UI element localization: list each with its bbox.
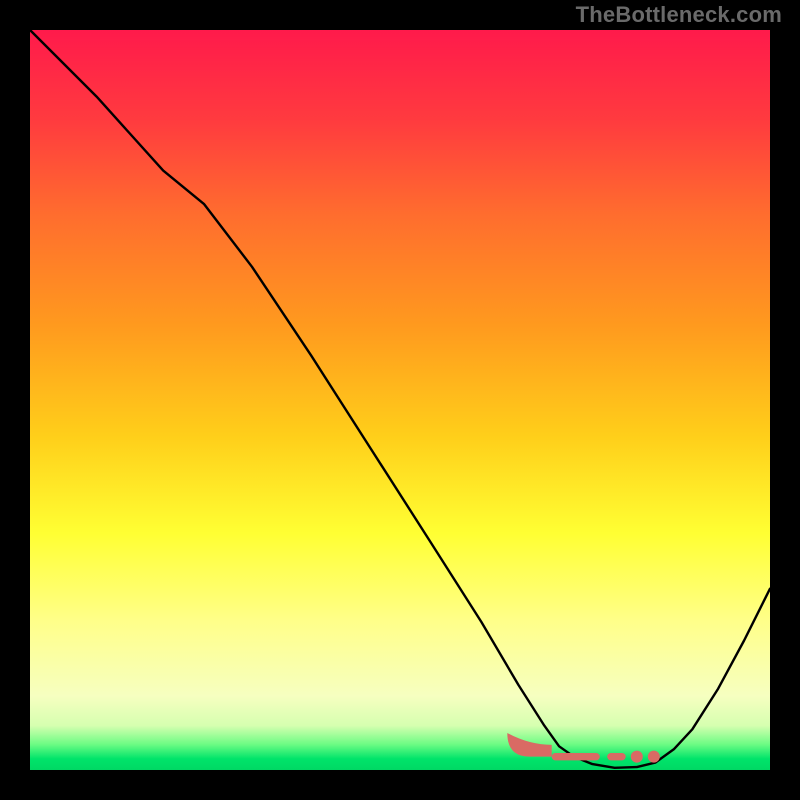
plot-background (30, 30, 770, 770)
chart-frame: { "watermark": "TheBottleneck.com", "plo… (0, 0, 800, 800)
bottom-dot (631, 751, 643, 763)
bottom-blob (607, 753, 626, 760)
bottleneck-chart (0, 0, 800, 800)
bottom-blob (552, 753, 600, 760)
bottom-dot (648, 751, 660, 763)
